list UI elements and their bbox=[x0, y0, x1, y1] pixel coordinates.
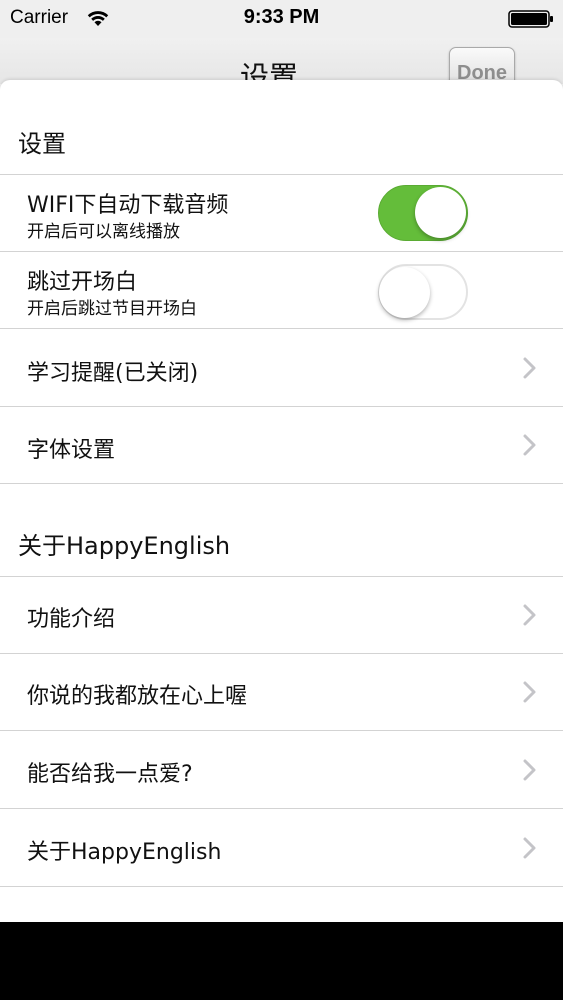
setting-row-rate[interactable]: 能否给我一点爱? bbox=[0, 731, 563, 809]
font-settings-label: 字体设置 bbox=[27, 438, 116, 463]
section-header-label: 关于HappyEnglish bbox=[18, 532, 231, 560]
navigation-bar: 设置 Done bbox=[0, 38, 563, 99]
settings-sheet: 设置 WIFI下自动下载音频 开启后可以离线播放 跳过开场白 开启后跳过节目开场… bbox=[0, 80, 563, 922]
chevron-right-icon bbox=[523, 357, 536, 379]
toggle-knob bbox=[379, 267, 430, 318]
about-app-label: 关于HappyEnglish bbox=[27, 840, 222, 865]
status-bar: Carrier 9:33 PM bbox=[0, 0, 563, 38]
section-header-about: 关于HappyEnglish bbox=[0, 515, 563, 577]
study-reminder-label: 学习提醒(已关闭) bbox=[27, 361, 199, 386]
rate-label: 能否给我一点爱? bbox=[27, 762, 193, 787]
setting-row-study-reminder[interactable]: 学习提醒(已关闭) bbox=[0, 329, 563, 407]
skip-intro-title: 跳过开场白 bbox=[27, 270, 138, 295]
setting-row-font-settings[interactable]: 字体设置 bbox=[0, 407, 563, 484]
setting-row-features[interactable]: 功能介绍 bbox=[0, 577, 563, 654]
chevron-right-icon bbox=[523, 681, 536, 703]
settings-screen: Carrier 9:33 PM 设置 Done 设置 WIFI下自动下载音频 开… bbox=[0, 0, 563, 922]
wifi-download-title: WIFI下自动下载音频 bbox=[27, 193, 229, 218]
setting-row-about-app[interactable]: 关于HappyEnglish bbox=[0, 809, 563, 887]
chevron-right-icon bbox=[523, 434, 536, 456]
chevron-right-icon bbox=[523, 759, 536, 781]
skip-intro-toggle[interactable] bbox=[378, 264, 468, 320]
setting-row-feedback[interactable]: 你说的我都放在心上喔 bbox=[0, 654, 563, 731]
status-time: 9:33 PM bbox=[243, 6, 320, 28]
section-header-settings: 设置 bbox=[0, 113, 563, 175]
wifi-download-subtitle: 开启后可以离线播放 bbox=[27, 222, 180, 242]
features-label: 功能介绍 bbox=[27, 607, 116, 632]
feedback-label: 你说的我都放在心上喔 bbox=[27, 684, 248, 709]
toggle-knob bbox=[415, 187, 466, 238]
setting-row-skip-intro: 跳过开场白 开启后跳过节目开场白 bbox=[0, 252, 563, 329]
skip-intro-subtitle: 开启后跳过节目开场白 bbox=[27, 299, 197, 319]
chevron-right-icon bbox=[523, 604, 536, 626]
battery-icon bbox=[508, 10, 553, 28]
chevron-right-icon bbox=[523, 837, 536, 859]
wifi-download-toggle[interactable] bbox=[378, 185, 468, 241]
section-header-label: 设置 bbox=[18, 130, 66, 158]
setting-row-wifi-download: WIFI下自动下载音频 开启后可以离线播放 bbox=[0, 175, 563, 252]
